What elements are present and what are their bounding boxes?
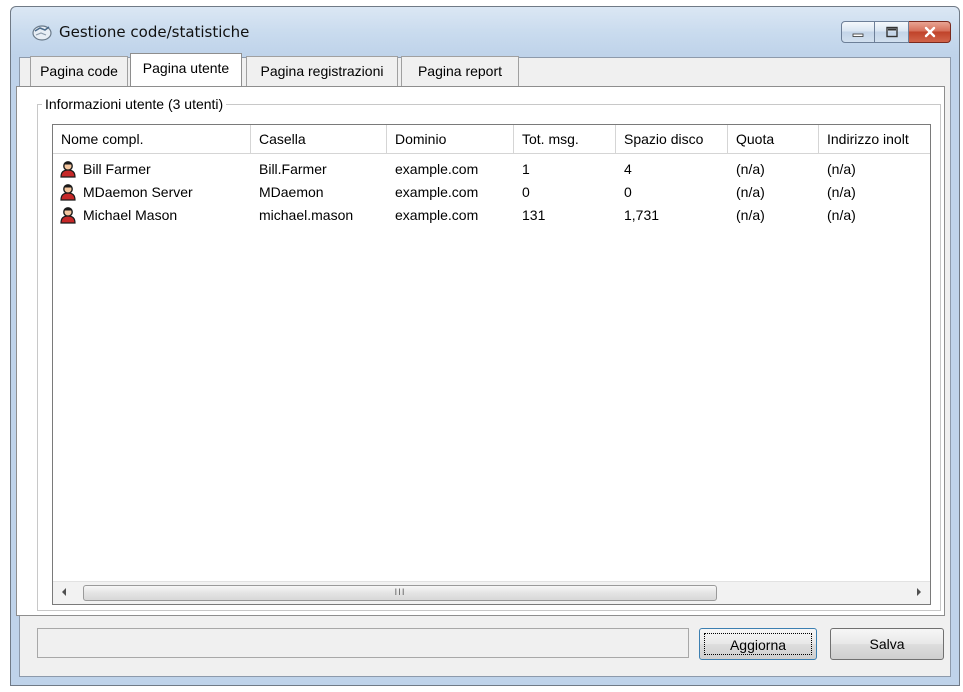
tab-pagina-registrazioni[interactable]: Pagina registrazioni — [246, 56, 398, 86]
cell-casella: Bill.Farmer — [259, 161, 327, 177]
cell-spazio-disco: 0 — [624, 184, 632, 200]
scrollbar-grip: III — [394, 588, 406, 598]
cell-indirizzo-inoltro: (n/a) — [827, 184, 856, 200]
column-header-spazio-disco[interactable]: Spazio disco — [616, 125, 728, 153]
cell-spazio-disco: 4 — [624, 161, 632, 177]
cell-dominio: example.com — [395, 207, 479, 223]
cell-nome: MDaemon Server — [83, 184, 193, 200]
column-header-nome[interactable]: Nome compl. — [53, 125, 251, 153]
cell-tot-msg: 131 — [522, 207, 546, 223]
status-field — [37, 628, 689, 658]
minimize-button[interactable] — [841, 21, 875, 43]
table-row[interactable]: MDaemon Server MDaemon example.com 0 0 (… — [53, 181, 930, 203]
title-bar[interactable]: Gestione code/statistiche — [11, 7, 959, 57]
tab-pagina-report[interactable]: Pagina report — [401, 56, 519, 86]
column-header-casella[interactable]: Casella — [251, 125, 387, 153]
tab-pagina-code[interactable]: Pagina code — [30, 56, 128, 86]
table-row[interactable]: Michael Mason michael.mason example.com … — [53, 204, 930, 226]
maximize-icon — [885, 23, 899, 42]
refresh-button[interactable]: Aggiorna — [699, 628, 817, 660]
scroll-right-arrow-icon — [915, 587, 923, 600]
tab-pagina-utente[interactable]: Pagina utente — [130, 53, 242, 86]
column-header-dominio[interactable]: Dominio — [387, 125, 514, 153]
user-list[interactable]: Nome compl. Casella Dominio Tot. msg. Sp… — [52, 124, 931, 605]
cell-spazio-disco: 1,731 — [624, 207, 660, 223]
table-row[interactable]: Bill Farmer Bill.Farmer example.com 1 4 … — [53, 158, 930, 180]
caption-buttons — [841, 21, 951, 43]
column-header-indirizzo-inoltro[interactable]: Indirizzo inolt — [819, 125, 930, 153]
cell-dominio: example.com — [395, 161, 479, 177]
scrollbar-thumb[interactable]: III — [83, 585, 717, 601]
column-header-quota[interactable]: Quota — [728, 125, 819, 153]
save-button[interactable]: Salva — [830, 628, 944, 660]
horizontal-scrollbar[interactable]: III — [53, 581, 930, 604]
list-header: Nome compl. Casella Dominio Tot. msg. Sp… — [53, 125, 930, 154]
cell-casella: michael.mason — [259, 207, 354, 223]
close-icon — [923, 23, 937, 42]
cell-quota: (n/a) — [736, 207, 765, 223]
refresh-button-label: Aggiorna — [704, 633, 812, 655]
group-label: Informazioni utente (3 utenti) — [42, 96, 227, 112]
cell-tot-msg: 0 — [522, 184, 530, 200]
cell-dominio: example.com — [395, 184, 479, 200]
cell-casella: MDaemon — [259, 184, 324, 200]
scroll-right-button[interactable] — [908, 582, 930, 604]
cell-nome: Bill Farmer — [83, 161, 151, 177]
cell-quota: (n/a) — [736, 184, 765, 200]
close-button[interactable] — [909, 21, 951, 43]
cell-tot-msg: 1 — [522, 161, 530, 177]
cell-indirizzo-inoltro: (n/a) — [827, 207, 856, 223]
cell-nome: Michael Mason — [83, 207, 178, 223]
cell-indirizzo-inoltro: (n/a) — [827, 161, 856, 177]
queue-app-icon — [31, 21, 53, 43]
window-title: Gestione code/statistiche — [59, 23, 250, 41]
scroll-left-button[interactable] — [53, 582, 75, 604]
scroll-left-arrow-icon — [60, 587, 68, 600]
minimize-icon — [851, 23, 865, 42]
cell-quota: (n/a) — [736, 161, 765, 177]
column-header-tot-msg[interactable]: Tot. msg. — [514, 125, 616, 153]
maximize-button[interactable] — [875, 21, 909, 43]
